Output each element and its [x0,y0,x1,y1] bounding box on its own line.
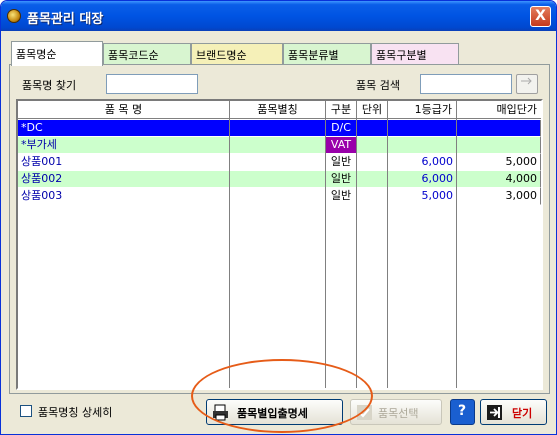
item-select-label: 품목선택 [378,407,419,420]
cell-type: 일반 [326,188,357,205]
cell-type: VAT [326,137,357,154]
cell-unit [357,120,388,137]
cell-price1: 5,000 [388,188,457,205]
col-header-unit[interactable]: 단위 [357,101,388,119]
cell-unit [357,188,388,205]
highlight-annotation [191,359,373,433]
col-header-cost[interactable]: 매입단가 [457,101,541,119]
item-search-input[interactable] [420,74,512,94]
tab-label: 브랜드명순 [196,49,247,62]
cell-cost [457,120,541,137]
cell-cost [457,137,541,154]
cell-price1 [388,137,457,154]
col-header-type[interactable]: 구분 [326,101,357,119]
tab-strip: 품목명순 품목코드순 브랜드명순 품목분류별 품목구분별 [9,41,549,66]
tab-code-order[interactable]: 품목코드순 [103,43,191,65]
cell-price1: 6,000 [388,171,457,188]
cell-alias [230,188,326,205]
cell-type: D/C [326,120,357,137]
grid-header: 품 목 명 품목별칭 구분 단위 1등급가 매입단가 [18,101,541,119]
tab-brand-order[interactable]: 브랜드명순 [191,43,283,65]
cell-type: 일반 [326,154,357,171]
col-header-alias[interactable]: 품목별칭 [230,101,326,119]
cell-name: 상품002 [18,171,230,188]
close-button[interactable]: 닫기 [480,399,547,425]
col-divider [456,119,457,388]
cell-name: *DC [18,120,230,137]
col-divider [387,119,388,388]
cell-price1 [388,120,457,137]
col-header-price1[interactable]: 1등급가 [388,101,457,119]
item-search-label: 품목 검색 [356,79,400,92]
name-search-label: 품목명 찾기 [22,79,77,92]
tab-label: 품목분류별 [288,49,339,62]
window-title: 품목관리 대장 [27,12,104,27]
cell-cost: 4,000 [457,171,541,188]
cell-alias [230,171,326,188]
app-icon [7,9,21,23]
col-divider [325,119,326,388]
cell-unit [357,137,388,154]
cell-price1: 6,000 [388,154,457,171]
detail-checkbox-label: 품목명칭 상세히 [38,406,113,419]
search-button[interactable] [516,74,538,94]
item-grid[interactable]: 품 목 명 품목별칭 구분 단위 1등급가 매입단가 *DC D/C *부가세 VAT… [16,99,543,390]
table-row[interactable]: 상품003 일반 5,000 3,000 [18,188,541,205]
cell-unit [357,171,388,188]
cell-name: *부가세 [18,137,230,154]
tab-label: 품목명순 [16,48,57,61]
col-divider [229,119,230,388]
table-row[interactable]: *부가세 VAT [18,137,541,154]
tab-panel: 품목명 찾기 품목 검색 품 목 명 품목별칭 구분 단위 1등급가 매입단가 … [9,64,550,394]
window-close-button[interactable]: X [530,6,551,27]
cell-cost: 5,000 [457,154,541,171]
table-row[interactable]: 상품002 일반 6,000 4,000 [18,171,541,188]
help-icon: ? [458,403,467,419]
cell-unit [357,154,388,171]
cell-name: 상품001 [18,154,230,171]
exit-door-icon [487,405,502,420]
tab-label: 품목구분별 [376,49,427,62]
detail-checkbox[interactable] [20,405,32,417]
table-row[interactable]: *DC D/C [18,120,541,137]
col-divider [356,119,357,388]
col-header-name[interactable]: 품 목 명 [18,101,230,119]
tab-category[interactable]: 품목분류별 [283,43,371,65]
cell-cost: 3,000 [457,188,541,205]
table-row[interactable]: 상품001 일반 6,000 5,000 [18,154,541,171]
name-search-input[interactable] [106,74,198,94]
cell-name: 상품003 [18,188,230,205]
search-arrow-icon [521,77,532,85]
cell-alias [230,137,326,154]
main-window: 품목관리 대장 X 품목명순 품목코드순 브랜드명순 품목분류별 품목구분별 품… [0,0,557,435]
cell-alias [230,154,326,171]
close-label: 닫기 [512,407,533,420]
help-button[interactable]: ? [450,399,475,425]
tab-name-order[interactable]: 품목명순 [11,41,103,66]
cell-alias [230,120,326,137]
tab-label: 품목코드순 [108,49,159,62]
title-bar[interactable]: 품목관리 대장 X [1,1,556,31]
cell-type: 일반 [326,171,357,188]
tab-type[interactable]: 품목구분별 [371,43,459,65]
